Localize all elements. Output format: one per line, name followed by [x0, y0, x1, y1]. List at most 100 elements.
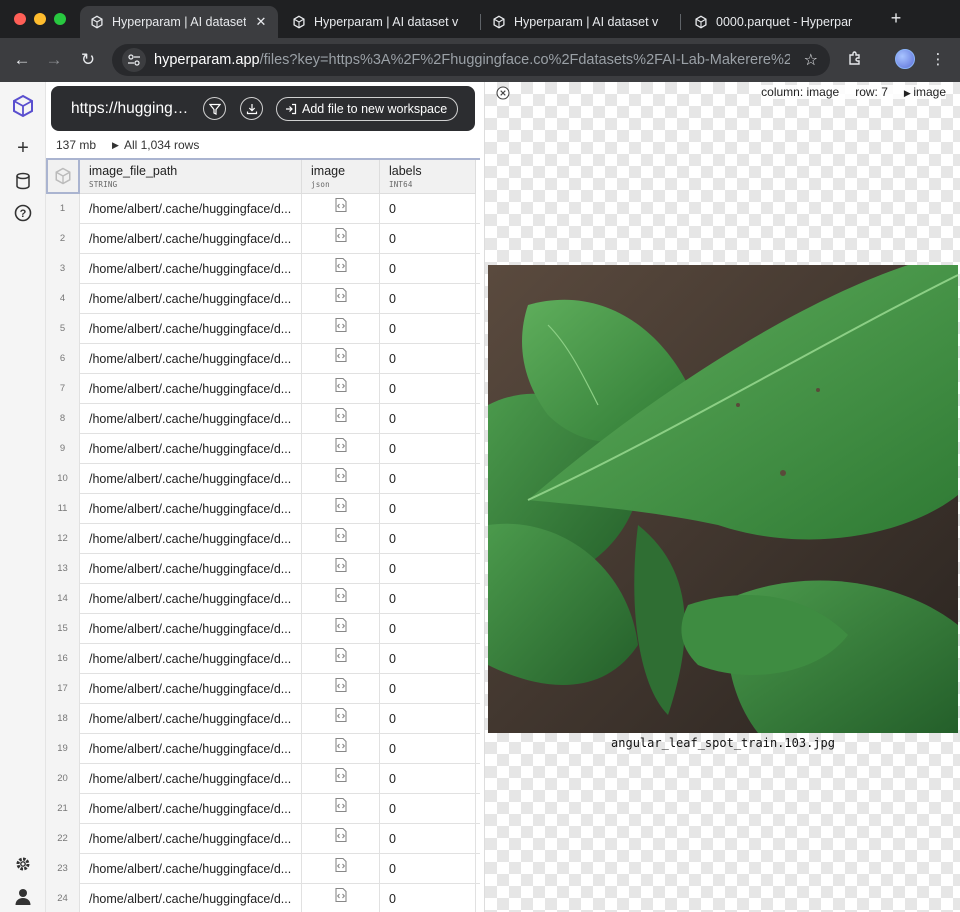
gear-icon[interactable] [11, 852, 35, 876]
cell-image[interactable] [302, 644, 380, 674]
table-row[interactable]: 15/home/albert/.cache/huggingface/d... 0 [46, 614, 480, 644]
file-path-text[interactable]: https://huggingface.co/datasets/AI-Lab-M… [71, 100, 189, 118]
address-bar[interactable]: hyperparam.app/files?key=https%3A%2F%2Fh… [112, 44, 830, 76]
cell-image-file-path[interactable]: /home/albert/.cache/huggingface/d... [80, 194, 302, 224]
cell-labels[interactable]: 0 [380, 644, 476, 674]
cell-labels[interactable]: 0 [380, 194, 476, 224]
cell-image-file-path[interactable]: /home/albert/.cache/huggingface/d... [80, 404, 302, 434]
cell-labels[interactable]: 0 [380, 854, 476, 884]
cell-image-file-path[interactable]: /home/albert/.cache/huggingface/d... [80, 314, 302, 344]
extensions-puzzle-icon[interactable] [845, 50, 865, 70]
cell-image[interactable] [302, 764, 380, 794]
table-row[interactable]: 11/home/albert/.cache/huggingface/d... 0 [46, 494, 480, 524]
cell-image-file-path[interactable]: /home/albert/.cache/huggingface/d... [80, 554, 302, 584]
cell-image[interactable] [302, 284, 380, 314]
table-corner-cube-icon[interactable] [46, 160, 80, 194]
column-header-labels[interactable]: labels INT64 [380, 160, 476, 194]
user-icon[interactable] [11, 884, 35, 908]
plus-icon[interactable]: + [11, 136, 35, 160]
cell-image-file-path[interactable]: /home/albert/.cache/huggingface/d... [80, 584, 302, 614]
cell-labels[interactable]: 0 [380, 464, 476, 494]
cell-image-file-path[interactable]: /home/albert/.cache/huggingface/d... [80, 374, 302, 404]
cell-image[interactable] [302, 494, 380, 524]
forward-arrow-icon[interactable]: → [44, 50, 64, 70]
preview-expand-toggle[interactable]: ▶ image [904, 85, 946, 99]
cell-image-file-path[interactable]: /home/albert/.cache/huggingface/d... [80, 644, 302, 674]
cell-image[interactable] [302, 344, 380, 374]
cell-labels[interactable]: 0 [380, 524, 476, 554]
table-row[interactable]: 10/home/albert/.cache/huggingface/d... 0 [46, 464, 480, 494]
close-preview-icon[interactable] [496, 86, 510, 100]
cell-image-file-path[interactable]: /home/albert/.cache/huggingface/d... [80, 854, 302, 884]
cell-image[interactable] [302, 584, 380, 614]
site-settings-icon[interactable] [122, 48, 146, 72]
table-row[interactable]: 7/home/albert/.cache/huggingface/d... 0 [46, 374, 480, 404]
bookmark-star-icon[interactable]: ☆ [804, 50, 818, 70]
window-close-button[interactable] [14, 13, 26, 25]
download-button[interactable] [240, 97, 263, 120]
browser-tab-4[interactable]: 0000.parquet - Hyperpar [684, 6, 876, 38]
cell-image[interactable] [302, 194, 380, 224]
table-row[interactable]: 14/home/albert/.cache/huggingface/d... 0 [46, 584, 480, 614]
cell-image[interactable] [302, 524, 380, 554]
table-row[interactable]: 9/home/albert/.cache/huggingface/d... 0 [46, 434, 480, 464]
table-row[interactable]: 2/home/albert/.cache/huggingface/d... 0 [46, 224, 480, 254]
cell-image-file-path[interactable]: /home/albert/.cache/huggingface/d... [80, 824, 302, 854]
cell-labels[interactable]: 0 [380, 794, 476, 824]
back-arrow-icon[interactable]: ← [12, 50, 32, 70]
cell-image-file-path[interactable]: /home/albert/.cache/huggingface/d... [80, 794, 302, 824]
cell-image-file-path[interactable]: /home/albert/.cache/huggingface/d... [80, 884, 302, 912]
add-file-to-workspace-button[interactable]: Add file to new workspace [276, 96, 459, 121]
column-header-image-file-path[interactable]: image_file_path STRING [80, 160, 302, 194]
table-row[interactable]: 1/home/albert/.cache/huggingface/d... 0 [46, 194, 480, 224]
question-icon[interactable]: ? [11, 201, 35, 225]
table-row[interactable]: 13/home/albert/.cache/huggingface/d... 0 [46, 554, 480, 584]
cell-image-file-path[interactable]: /home/albert/.cache/huggingface/d... [80, 764, 302, 794]
table-row[interactable]: 6/home/albert/.cache/huggingface/d... 0 [46, 344, 480, 374]
cell-image[interactable] [302, 464, 380, 494]
cell-image[interactable] [302, 794, 380, 824]
new-tab-button[interactable]: + [886, 8, 906, 28]
cell-image[interactable] [302, 224, 380, 254]
cell-image-file-path[interactable]: /home/albert/.cache/huggingface/d... [80, 284, 302, 314]
cell-image-file-path[interactable]: /home/albert/.cache/huggingface/d... [80, 494, 302, 524]
cell-image-file-path[interactable]: /home/albert/.cache/huggingface/d... [80, 674, 302, 704]
table-row[interactable]: 18/home/albert/.cache/huggingface/d... 0 [46, 704, 480, 734]
cell-image[interactable] [302, 614, 380, 644]
browser-tab-1[interactable]: Hyperparam | AI dataset v ✕ [80, 6, 278, 38]
cell-labels[interactable]: 0 [380, 674, 476, 704]
table-row[interactable]: 12/home/albert/.cache/huggingface/d... 0 [46, 524, 480, 554]
table-row[interactable]: 19/home/albert/.cache/huggingface/d... 0 [46, 734, 480, 764]
cell-labels[interactable]: 0 [380, 374, 476, 404]
profile-avatar[interactable] [895, 49, 915, 69]
window-zoom-button[interactable] [54, 13, 66, 25]
cell-image[interactable] [302, 854, 380, 884]
hyperparam-cube-icon[interactable] [11, 94, 35, 118]
cell-image[interactable] [302, 884, 380, 912]
table-row[interactable]: 8/home/albert/.cache/huggingface/d... 0 [46, 404, 480, 434]
cell-labels[interactable]: 0 [380, 314, 476, 344]
cell-labels[interactable]: 0 [380, 344, 476, 374]
cell-labels[interactable]: 0 [380, 554, 476, 584]
cell-image[interactable] [302, 254, 380, 284]
browser-menu-icon[interactable]: ⋮ [928, 50, 948, 70]
cell-image-file-path[interactable]: /home/albert/.cache/huggingface/d... [80, 524, 302, 554]
cell-labels[interactable]: 0 [380, 884, 476, 912]
cell-labels[interactable]: 0 [380, 704, 476, 734]
table-row[interactable]: 20/home/albert/.cache/huggingface/d... 0 [46, 764, 480, 794]
cell-image-file-path[interactable]: /home/albert/.cache/huggingface/d... [80, 254, 302, 284]
browser-tab-2[interactable]: Hyperparam | AI dataset v [282, 6, 480, 38]
tab-close-icon[interactable]: ✕ [254, 14, 268, 30]
database-icon[interactable] [11, 169, 35, 193]
cell-image[interactable] [302, 404, 380, 434]
cell-image-file-path[interactable]: /home/albert/.cache/huggingface/d... [80, 224, 302, 254]
cell-image-file-path[interactable]: /home/albert/.cache/huggingface/d... [80, 434, 302, 464]
cell-labels[interactable]: 0 [380, 614, 476, 644]
reload-icon[interactable]: ↻ [78, 50, 98, 70]
cell-image-file-path[interactable]: /home/albert/.cache/huggingface/d... [80, 344, 302, 374]
cell-image-file-path[interactable]: /home/albert/.cache/huggingface/d... [80, 704, 302, 734]
cell-labels[interactable]: 0 [380, 254, 476, 284]
table-row[interactable]: 3/home/albert/.cache/huggingface/d... 0 [46, 254, 480, 284]
cell-image[interactable] [302, 434, 380, 464]
filter-button[interactable] [203, 97, 226, 120]
